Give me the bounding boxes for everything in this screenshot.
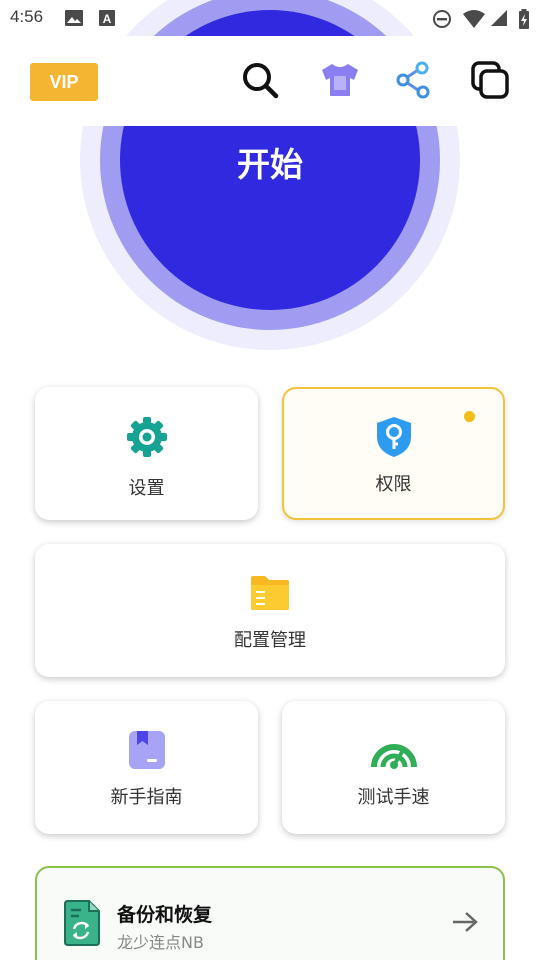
search-icon[interactable] <box>238 58 282 102</box>
share-icon[interactable] <box>392 58 436 102</box>
settings-card[interactable]: 设置 <box>35 387 258 520</box>
status-bar: 4:56 A <box>0 0 540 36</box>
folder-icon <box>249 574 291 616</box>
a-icon: A <box>98 9 116 31</box>
start-button-label[interactable]: 开始 <box>170 138 370 186</box>
speedometer-icon <box>370 735 417 773</box>
guide-label: 新手指南 <box>110 787 183 808</box>
settings-label: 设置 <box>128 478 165 499</box>
battery-icon <box>518 9 530 33</box>
svg-text:A: A <box>103 12 112 26</box>
config-label: 配置管理 <box>234 630 306 651</box>
gear-icon <box>125 415 169 463</box>
dnd-icon <box>432 9 452 33</box>
backup-subtitle: 龙少连点NB <box>117 933 204 952</box>
notification-dot <box>464 411 475 422</box>
backup-restore-card[interactable]: 备份和恢复 龙少连点NB <box>35 866 505 960</box>
speed-test-card[interactable]: 测试手速 <box>282 701 505 834</box>
arrow-right-icon[interactable] <box>451 910 479 938</box>
copy-icon[interactable] <box>468 58 512 102</box>
permissions-label: 权限 <box>375 474 412 495</box>
config-card[interactable]: 配置管理 <box>35 544 505 677</box>
shirt-icon[interactable] <box>318 58 362 102</box>
book-icon <box>128 730 166 774</box>
permissions-card[interactable]: 权限 <box>282 387 505 520</box>
speed-test-label: 测试手速 <box>357 787 430 808</box>
backup-title: 备份和恢复 <box>117 904 213 926</box>
wifi-icon <box>462 9 486 33</box>
shield-key-icon <box>374 415 414 463</box>
status-time: 4:56 <box>10 7 44 26</box>
backup-file-icon <box>63 900 101 950</box>
vip-button[interactable]: VIP <box>30 63 98 101</box>
guide-card[interactable]: 新手指南 <box>35 701 258 834</box>
signal-icon <box>490 9 508 31</box>
image-icon <box>64 9 84 31</box>
